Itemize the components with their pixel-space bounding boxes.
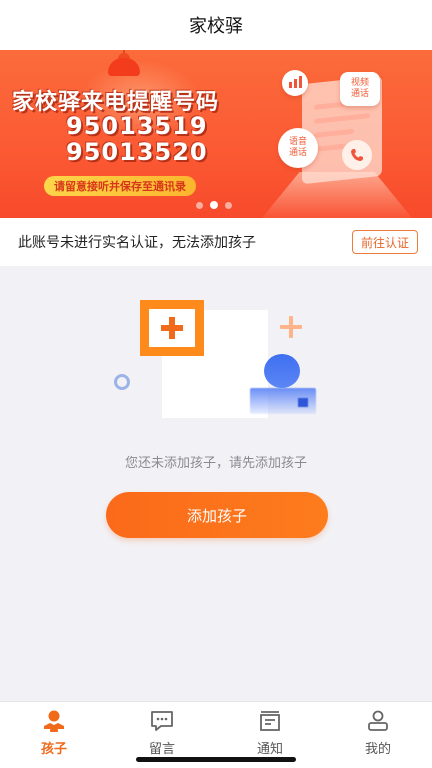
go-verify-button[interactable]: 前往认证 xyxy=(351,230,418,254)
empty-state-text: 您还未添加孩子，请先添加孩子 xyxy=(124,456,307,471)
verification-message: 此账号未进行实名认证，无法添加孩子 xyxy=(18,235,256,251)
voice-call-bubble: 语音 通话 xyxy=(278,128,318,168)
page-dot-active[interactable] xyxy=(210,201,218,209)
lamp-icon xyxy=(108,58,140,76)
add-box-icon xyxy=(140,300,204,356)
banner-phone-1: 95013519 xyxy=(66,112,208,140)
app-root: 家校驿 家校驿来电提醒号码 95013519 95013520 请留意接听并保存… xyxy=(0,0,432,768)
message-icon xyxy=(148,708,176,734)
empty-state-illustration xyxy=(100,290,340,430)
child-icon xyxy=(40,708,68,734)
tab-child[interactable]: 孩子 xyxy=(0,702,108,768)
small-plus-icon xyxy=(280,316,302,338)
circle-decoration-icon xyxy=(114,374,130,390)
banner-notice-pill: 请留意接听并保存至通讯录 xyxy=(44,176,196,196)
tab-profile[interactable]: 我的 xyxy=(324,702,432,768)
tab-label-profile: 我的 xyxy=(364,742,391,757)
banner-pagination xyxy=(196,201,232,209)
plus-icon xyxy=(161,317,183,339)
notice-icon xyxy=(256,708,284,734)
video-call-bubble: 视频 通话 xyxy=(340,72,380,106)
person-body-icon xyxy=(250,388,316,414)
page-title: 家校驿 xyxy=(189,16,243,37)
banner-phone-2: 95013520 xyxy=(66,138,208,166)
page-dot[interactable] xyxy=(196,201,203,209)
tab-label-notice: 通知 xyxy=(256,742,283,757)
page-dot[interactable] xyxy=(225,201,232,209)
phone-icon xyxy=(342,140,372,170)
profile-icon xyxy=(364,708,392,734)
home-indicator xyxy=(136,757,296,762)
tab-label-message: 留言 xyxy=(148,742,175,757)
person-head-icon xyxy=(264,354,300,388)
banner-illustration: 视频 通话 语音 通话 xyxy=(262,68,432,218)
tab-label-child: 孩子 xyxy=(40,742,67,757)
add-child-button[interactable]: 添加孩子 xyxy=(106,492,328,538)
verification-bar: 此账号未进行实名认证，无法添加孩子 前往认证 xyxy=(0,218,432,266)
chart-bubble-icon xyxy=(282,70,308,96)
nav-header: 家校驿 xyxy=(0,0,432,50)
promo-banner[interactable]: 家校驿来电提醒号码 95013519 95013520 请留意接听并保存至通讯录… xyxy=(0,50,432,218)
